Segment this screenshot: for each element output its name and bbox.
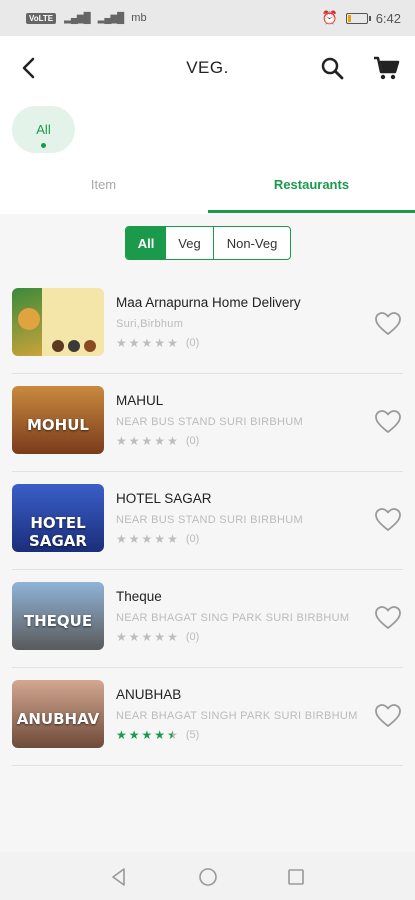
favorite-heart-icon[interactable] xyxy=(374,310,402,338)
tab-item[interactable]: Item xyxy=(0,160,207,214)
star-icon: ★ xyxy=(154,630,166,644)
restaurant-name[interactable]: HOTEL SAGAR xyxy=(116,491,212,506)
star-icon: ★ xyxy=(141,434,153,448)
cart-button[interactable] xyxy=(372,54,400,82)
rating-stars: ★ ★ ★ ★ ★ (5) xyxy=(116,729,199,741)
signal-icon: ▂▄▆█ xyxy=(64,12,91,24)
rating-stars: ★ ★ ★ ★ ★ (0) xyxy=(116,631,199,643)
system-nav-bar xyxy=(0,852,415,900)
status-bar: VoLTE ▂▄▆█ ▂▄▆█ mb ⏰ 6:42 xyxy=(0,0,415,36)
app-header: VEG. xyxy=(0,36,415,100)
star-icon: ★ xyxy=(128,336,140,350)
tab-restaurants[interactable]: Restaurants xyxy=(208,160,415,214)
alarm-icon: ⏰ xyxy=(321,10,338,25)
category-chips: All xyxy=(0,100,415,160)
active-tab-indicator xyxy=(208,210,415,213)
thumbnail-text: ANUBHAV xyxy=(16,710,100,728)
restaurant-list: Maa Arnapurna Home Delivery Suri,Birbhum ★… xyxy=(0,276,415,766)
star-icon: ★ xyxy=(154,532,166,546)
rating-stars: ★ ★ ★ ★ ★ (0) xyxy=(116,435,199,447)
rating-count: (0) xyxy=(185,631,200,643)
restaurant-thumbnail[interactable]: ANUBHAV xyxy=(12,680,104,748)
restaurant-card[interactable]: MOHUL MAHUL NEAR BUS STAND SURI BIRBHUM ★ ★ ★… xyxy=(0,374,415,472)
filter-veg-button[interactable]: Veg xyxy=(166,227,214,259)
star-icon: ★ xyxy=(167,728,178,742)
nav-home-icon[interactable] xyxy=(197,866,219,888)
signal-icon: ▂▄▆█ xyxy=(97,12,125,24)
restaurant-address: Suri,Birbhum xyxy=(116,318,184,330)
filter-all-button[interactable]: All xyxy=(126,227,166,259)
star-icon: ★ xyxy=(116,630,127,644)
cart-icon xyxy=(374,56,400,80)
star-icon: ★ xyxy=(116,532,127,546)
restaurant-name[interactable]: MAHUL xyxy=(116,393,163,408)
thumbnail-text: MOHUL xyxy=(27,416,89,434)
star-icon: ★ xyxy=(128,630,140,644)
restaurant-card[interactable]: HOTEL SAGAR HOTEL SAGAR NEAR BUS STAND SUR… xyxy=(0,472,415,570)
chip-all[interactable]: All xyxy=(12,106,75,153)
star-icon: ★ xyxy=(154,434,166,448)
restaurant-address: NEAR BUS STAND SURI BIRBHUM xyxy=(116,514,303,526)
restaurant-card[interactable]: ANUBHAV ANUBHAB NEAR BHAGAT SINGH PARK SUR… xyxy=(0,668,415,766)
star-icon: ★ xyxy=(116,728,127,742)
back-arrow-icon xyxy=(22,57,35,79)
thumbnail-text: HOTEL SAGAR xyxy=(29,514,87,550)
restaurant-thumbnail[interactable]: THEQUE xyxy=(12,582,104,650)
battery-icon xyxy=(345,12,371,24)
restaurant-card[interactable]: Maa Arnapurna Home Delivery Suri,Birbhum ★… xyxy=(0,276,415,374)
network-type: mb xyxy=(131,12,147,24)
star-icon: ★ xyxy=(141,336,153,350)
restaurant-address: NEAR BUS STAND SURI BIRBHUM xyxy=(116,416,303,428)
star-icon: ★ xyxy=(141,728,153,742)
restaurant-card[interactable]: THEQUE Theque NEAR BHAGAT SING PARK SURI B… xyxy=(0,570,415,668)
chip-label: All xyxy=(36,122,51,137)
nav-back-icon[interactable] xyxy=(108,866,130,888)
veg-filter: All Veg Non-Veg xyxy=(125,226,291,260)
restaurant-address: NEAR BHAGAT SINGH PARK SURI BIRBHUM xyxy=(116,710,358,722)
star-icon: ★ xyxy=(154,728,166,742)
page-title: VEG. xyxy=(186,58,229,77)
star-icon: ★ xyxy=(128,434,140,448)
back-button[interactable] xyxy=(14,52,46,84)
favorite-heart-icon[interactable] xyxy=(374,702,402,730)
star-icon: ★ xyxy=(141,630,153,644)
restaurant-name[interactable]: Theque xyxy=(116,589,162,604)
star-icon: ★ xyxy=(167,532,178,546)
star-icon: ★ xyxy=(128,532,140,546)
restaurant-thumbnail[interactable] xyxy=(12,288,104,356)
star-icon: ★ xyxy=(116,434,127,448)
star-icon: ★ xyxy=(167,434,178,448)
tab-bar: Item Restaurants xyxy=(0,160,415,214)
star-icon: ★ xyxy=(154,336,166,350)
clock: 6:42 xyxy=(375,10,401,26)
favorite-heart-icon[interactable] xyxy=(374,604,402,632)
restaurant-thumbnail[interactable]: HOTEL SAGAR xyxy=(12,484,104,552)
nav-recents-icon[interactable] xyxy=(285,866,307,888)
rating-count: (0) xyxy=(185,337,200,349)
star-icon: ★ xyxy=(116,336,127,350)
restaurant-name[interactable]: ANUBHAB xyxy=(116,687,181,702)
rating-count: (5) xyxy=(185,729,200,741)
divider xyxy=(12,765,403,766)
rating-stars: ★ ★ ★ ★ ★ (0) xyxy=(116,337,199,349)
star-icon: ★ xyxy=(141,532,153,546)
favorite-heart-icon[interactable] xyxy=(374,506,402,534)
volte-badge: VoLTE xyxy=(26,12,57,24)
star-icon: ★ xyxy=(167,630,178,644)
rating-count: (0) xyxy=(185,435,200,447)
rating-count: (0) xyxy=(185,533,200,545)
star-icon: ★ xyxy=(167,336,178,350)
search-icon xyxy=(321,57,344,80)
thumbnail-text: THEQUE xyxy=(23,612,93,630)
favorite-heart-icon[interactable] xyxy=(374,408,402,436)
restaurant-thumbnail[interactable]: MOHUL xyxy=(12,386,104,454)
search-button[interactable] xyxy=(318,54,346,82)
restaurant-name[interactable]: Maa Arnapurna Home Delivery xyxy=(116,295,301,310)
filter-nonveg-button[interactable]: Non-Veg xyxy=(214,227,290,259)
rating-stars: ★ ★ ★ ★ ★ (0) xyxy=(116,533,199,545)
selected-dot xyxy=(41,143,46,148)
restaurant-address: NEAR BHAGAT SING PARK SURI BIRBHUM xyxy=(116,612,350,624)
star-icon: ★ xyxy=(128,728,140,742)
